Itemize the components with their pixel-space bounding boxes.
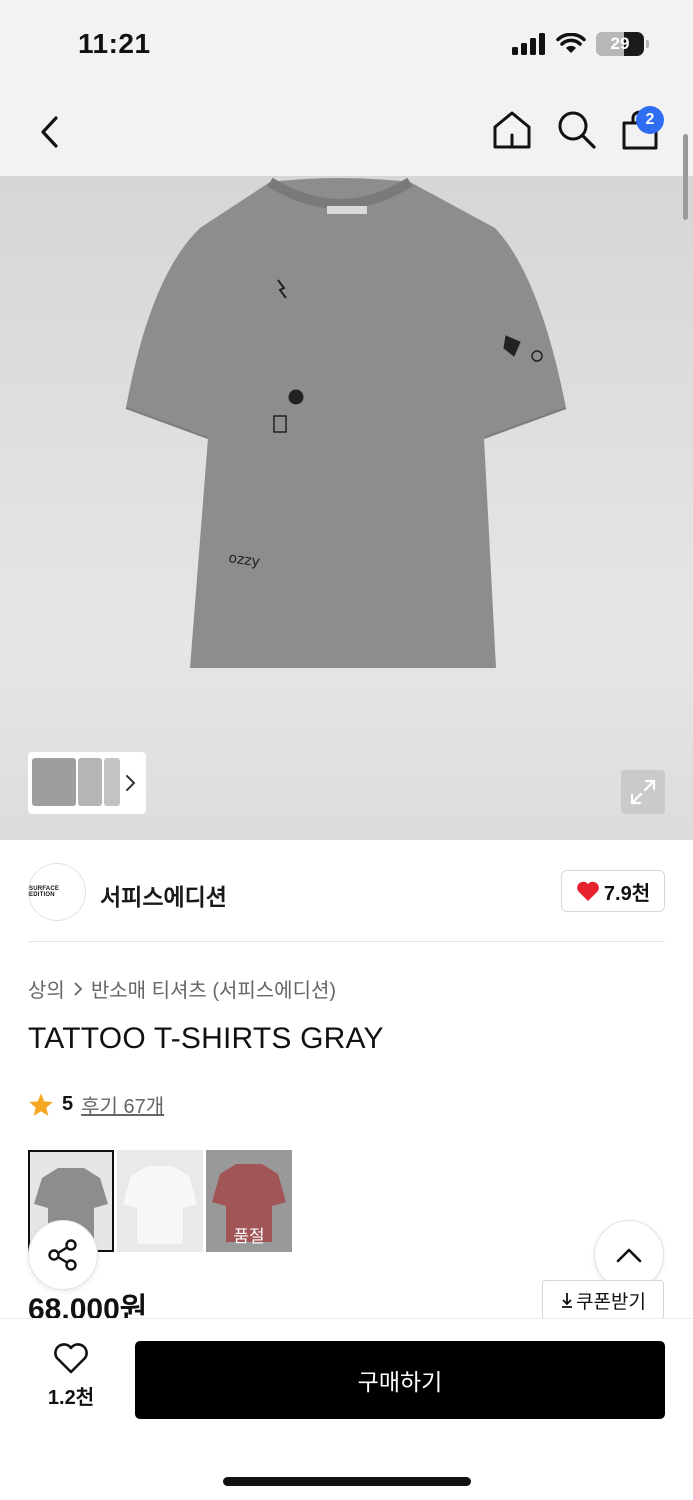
brand-logo[interactable]: SURFACE EDITION <box>28 863 86 921</box>
search-icon[interactable] <box>555 108 599 152</box>
brand-like-button[interactable]: 7.9천 <box>561 870 665 912</box>
buy-button[interactable]: 구매하기 <box>135 1341 665 1419</box>
breadcrumb-category[interactable]: 상의 <box>28 974 65 1003</box>
star-icon <box>29 1093 53 1116</box>
nav-bar <box>0 90 693 176</box>
heart-outline-icon <box>54 1343 88 1374</box>
coupon-button[interactable]: 쿠폰받기 <box>542 1280 664 1320</box>
wishlist-button[interactable]: 1.2천 <box>36 1343 106 1410</box>
battery-level: 29 <box>610 34 630 53</box>
home-icon[interactable] <box>490 108 534 152</box>
status-time: 11:21 <box>78 28 151 59</box>
rating: 5 후기 67개 <box>28 1090 164 1119</box>
tshirt-illustration: ozzy <box>125 177 567 668</box>
share-button[interactable] <box>28 1220 98 1290</box>
image-thumbnail-strip[interactable] <box>28 752 146 814</box>
scrollbar-thumb[interactable] <box>683 134 688 220</box>
image-thumbnail[interactable] <box>78 758 102 806</box>
rating-score: 5 <box>62 1093 74 1115</box>
expand-image-button[interactable] <box>621 770 665 814</box>
chevron-right-icon[interactable] <box>125 774 137 792</box>
sold-out-label: 품절 <box>233 1227 265 1246</box>
breadcrumb: 상의 반소매 티셔츠 (서피스에디션) <box>28 974 336 1003</box>
product-image[interactable]: ozzy <box>0 176 693 840</box>
reviews-link[interactable]: 후기 67개 <box>81 1090 164 1119</box>
chevron-up-icon <box>616 1248 642 1263</box>
chevron-right-icon <box>74 981 83 996</box>
expand-icon <box>630 779 656 805</box>
brand-row[interactable]: SURFACE EDITION 서피스에디션 7.9천 <box>0 840 693 940</box>
status-bar: 11:21 29 <box>0 0 693 90</box>
heart-filled-icon <box>577 881 599 901</box>
back-chevron-icon[interactable] <box>34 110 68 154</box>
brand-like-count: 7.9천 <box>603 882 651 905</box>
product-title: TATTOO T-SHIRTS GRAY <box>28 1022 384 1055</box>
home-indicator[interactable] <box>223 1477 471 1486</box>
battery-icon: 29 <box>596 32 644 56</box>
image-thumbnail[interactable] <box>32 758 76 806</box>
status-icons: 29 <box>512 32 649 56</box>
divider <box>28 941 665 942</box>
coupon-label: 쿠폰받기 <box>576 1291 646 1313</box>
color-option-red[interactable]: 품절 <box>206 1150 292 1252</box>
color-option-white[interactable] <box>117 1150 203 1252</box>
breadcrumb-subcategory[interactable]: 반소매 티셔츠 (서피스에디션) <box>91 974 336 1003</box>
brand-name[interactable]: 서피스에디션 <box>100 878 227 912</box>
share-icon <box>48 1239 77 1271</box>
wifi-icon <box>556 33 586 53</box>
image-thumbnail[interactable] <box>104 758 120 806</box>
swatch-white-image <box>123 1166 197 1244</box>
wishlist-count: 1.2천 <box>47 1387 95 1409</box>
bottom-bar: 1.2천 구매하기 <box>0 1318 693 1500</box>
cart-count-badge: 2 <box>636 106 664 134</box>
download-icon <box>562 1293 573 1308</box>
battery-cap <box>646 40 649 48</box>
cellular-signal-icon <box>512 33 545 55</box>
